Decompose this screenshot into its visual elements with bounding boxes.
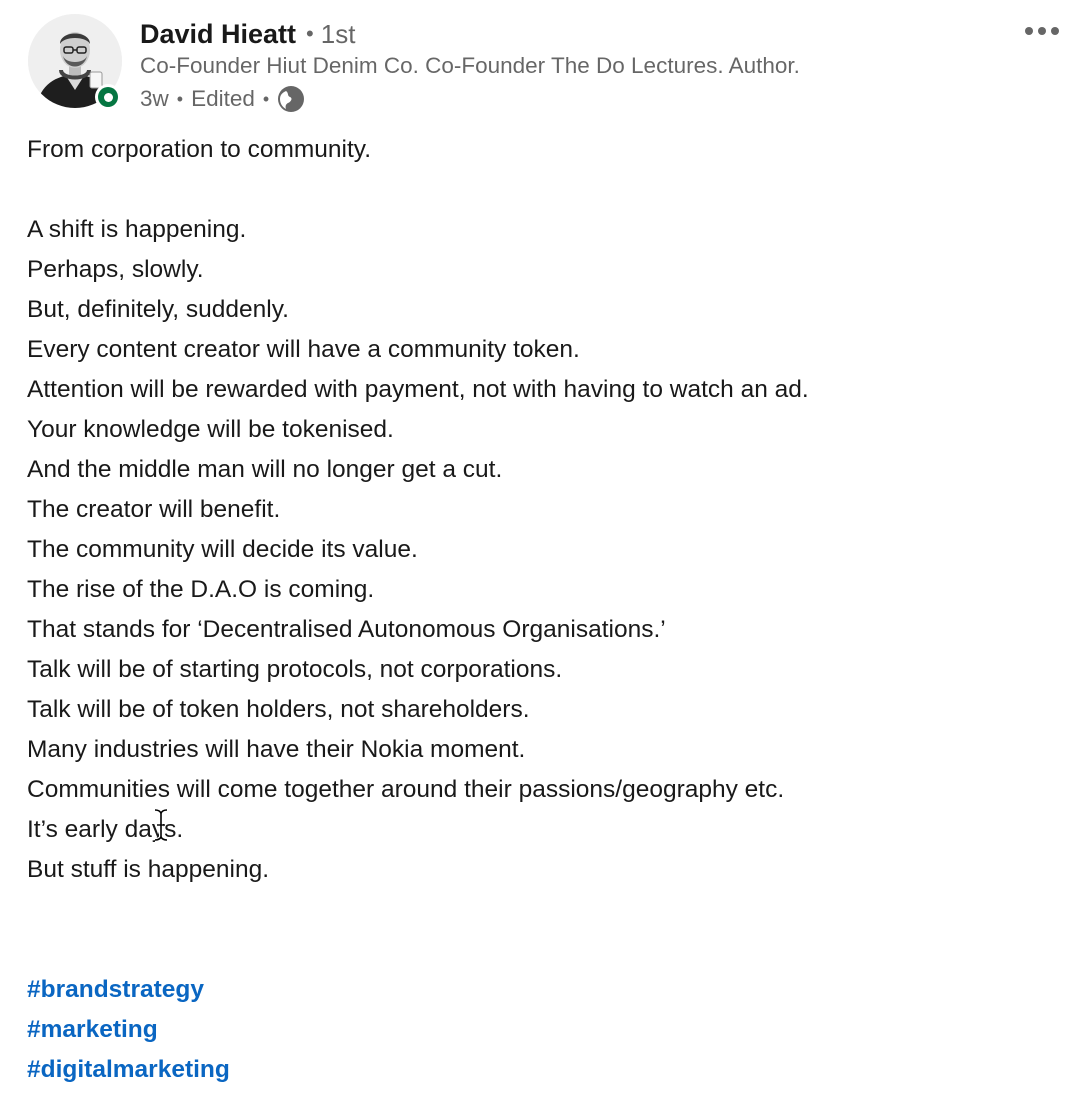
author-headline[interactable]: Co-Founder Hiut Denim Co. Co-Founder The… (140, 53, 800, 79)
post-text: From corporation to community. A shift i… (27, 130, 1067, 890)
author-name-row: David Hieatt • 1st (140, 16, 355, 52)
separator-dot: • (176, 88, 184, 109)
post-line: The community will decide its value. (27, 536, 418, 563)
post-age[interactable]: 3w (140, 86, 169, 112)
edited-label: Edited (191, 86, 255, 111)
ellipsis-dot (1038, 27, 1046, 35)
connection-degree: 1st (320, 18, 356, 49)
hashtag-link[interactable]: #marketing (27, 1010, 230, 1050)
post-line: Talk will be of starting protocols, not … (27, 656, 563, 683)
presence-indicator (95, 84, 121, 110)
post-line: Talk will be of token holders, not share… (27, 696, 530, 723)
separator-dot: • (306, 21, 314, 46)
post-line: A shift is happening. (27, 216, 247, 243)
post-line: Perhaps, slowly. (27, 256, 204, 283)
post-line: But stuff is happening. (27, 856, 269, 883)
globe-icon (278, 86, 305, 112)
post-line: Your knowledge will be tokenised. (27, 416, 394, 443)
post-line (27, 170, 1067, 210)
post-line: Many industries will have their Nokia mo… (27, 736, 526, 763)
post-meta: 3w • Edited • (140, 84, 305, 114)
hashtag-list: #brandstrategy #marketing #digitalmarket… (27, 970, 230, 1090)
ellipsis-dot (1051, 27, 1059, 35)
post-line: Every content creator will have a commun… (27, 336, 580, 363)
author-name[interactable]: David Hieatt (140, 19, 296, 50)
online-status-icon (98, 87, 118, 107)
post-line: That stands for ‘Decentralised Autonomou… (27, 616, 666, 643)
post-line: Communities will come together around th… (27, 776, 785, 803)
ellipsis-dot (1025, 27, 1033, 35)
post-line: From corporation to community. (27, 136, 372, 163)
separator-dot: • (262, 88, 270, 109)
post-line: And the middle man will no longer get a … (27, 456, 503, 483)
post-line: It’s early days. (27, 816, 184, 843)
hashtag-link[interactable]: #digitalmarketing (27, 1050, 230, 1090)
post-line: But, definitely, suddenly. (27, 296, 289, 323)
post-line: Attention will be rewarded with payment,… (27, 376, 809, 403)
post-line: The creator will benefit. (27, 496, 281, 523)
ellipsis-icon[interactable] (1016, 16, 1068, 46)
hashtag-link[interactable]: #brandstrategy (27, 970, 230, 1010)
post-line: The rise of the D.A.O is coming. (27, 576, 375, 603)
